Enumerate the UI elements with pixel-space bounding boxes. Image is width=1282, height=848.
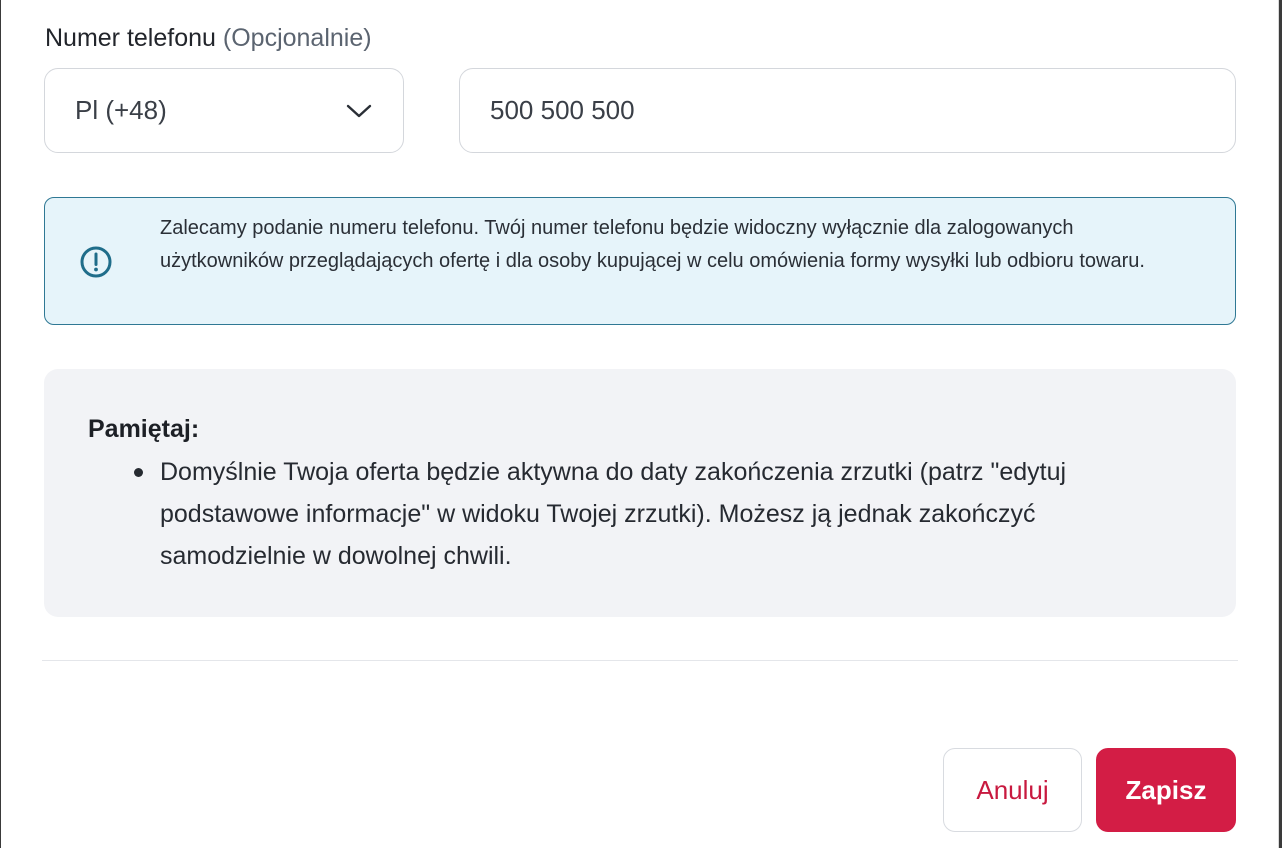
reminder-title: Pamiętaj:	[88, 415, 200, 443]
phone-number-input[interactable]	[459, 68, 1236, 153]
cancel-button[interactable]: Anuluj	[943, 748, 1082, 832]
window-border-left	[0, 0, 1, 848]
exclamation-circle-icon	[79, 245, 113, 279]
country-code-value: Pl (+48)	[75, 95, 167, 125]
phone-optional-label: (Opcjonalnie)	[222, 24, 372, 52]
info-alert-text: Zalecamy podanie numeru telefonu. Twój n…	[160, 217, 1145, 272]
reminder-panel: Pamiętaj: Domyślnie Twoja oferta będzie …	[44, 369, 1236, 617]
phone-label-text: Numer telefonu	[45, 24, 216, 52]
save-button[interactable]: Zapisz	[1096, 748, 1236, 832]
country-code-select[interactable]: Pl (+48)	[44, 68, 404, 153]
phone-info-alert: Zalecamy podanie numeru telefonu. Twój n…	[44, 197, 1236, 325]
chevron-down-icon	[345, 103, 373, 119]
bullet-icon	[134, 468, 143, 477]
reminder-item-text: Domyślnie Twoja oferta będzie aktywna do…	[160, 458, 1067, 570]
footer-divider	[42, 660, 1238, 661]
reminder-list: Domyślnie Twoja oferta będzie aktywna do…	[134, 451, 1120, 577]
phone-field-label: Numer telefonu (Opcjonalnie)	[45, 22, 372, 54]
reminder-list-item: Domyślnie Twoja oferta będzie aktywna do…	[134, 451, 1120, 577]
